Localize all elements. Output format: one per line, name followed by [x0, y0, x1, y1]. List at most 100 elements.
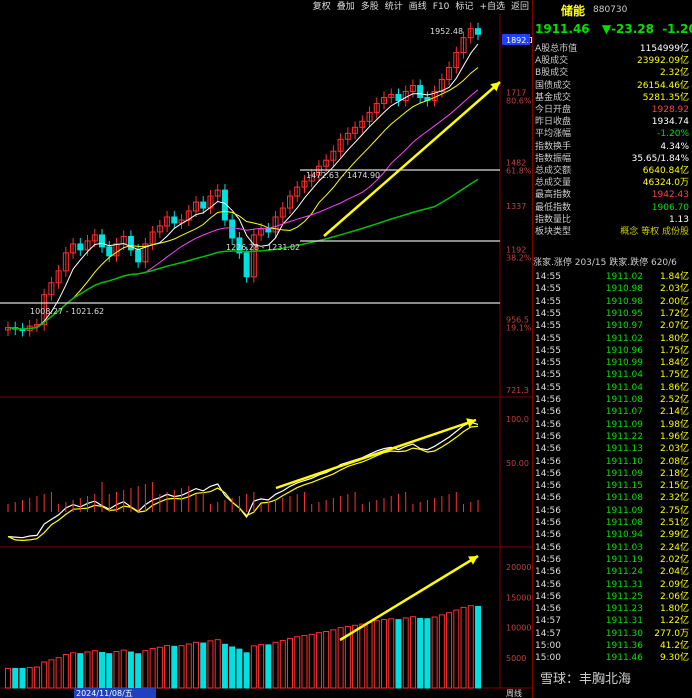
volume-bar	[200, 642, 207, 689]
volume-bar	[460, 606, 467, 689]
toolbar-btn-7[interactable]: +自选	[476, 0, 508, 14]
toolbar-btn-5[interactable]: F10	[430, 0, 453, 14]
volume-bar	[359, 623, 366, 689]
volume-bar	[294, 636, 301, 689]
tick-price: 1911.08	[605, 493, 643, 504]
price-tick-label: 1892.1	[506, 36, 532, 45]
volume-bar	[33, 666, 40, 689]
stat-value: 6640.84亿	[642, 166, 689, 176]
toolbar-btn-0[interactable]: 复权	[310, 0, 334, 14]
volume-bar	[135, 653, 142, 689]
tick-row: 14:56 1911.07 2.14亿	[533, 407, 691, 419]
stat-row: 指数换手 4.34%	[533, 142, 691, 153]
toolbar-btn-4[interactable]: 画线	[406, 0, 430, 14]
volume-bar	[467, 605, 474, 689]
toolbar-btn-6[interactable]: 标记	[452, 0, 476, 14]
tick-time: 14:56	[535, 518, 561, 528]
tick-time: 14:55	[535, 272, 561, 282]
tick-price: 1911.31	[605, 616, 643, 627]
tick-row: 14:55 1911.04 1.86亿	[533, 383, 691, 395]
tick-price: 1911.25	[605, 591, 643, 602]
tick-price: 1911.09	[605, 468, 643, 479]
stat-key: A股总市值	[535, 44, 578, 54]
tick-price: 1911.02	[605, 333, 643, 344]
date-label: 2024/11/08/五	[76, 689, 133, 698]
stat-key: 板块类型	[535, 227, 572, 237]
tick-row: 14:56 1911.08 2.51亿	[533, 518, 691, 530]
tick-price: 1911.03	[605, 542, 643, 553]
tick-amount: 2.75亿	[659, 505, 689, 516]
index-code: 880730	[593, 5, 628, 15]
volume-bar	[250, 645, 257, 689]
volume-bar	[438, 614, 445, 689]
tick-time: 14:55	[535, 345, 561, 356]
toolbar-btn-8[interactable]: 返回	[508, 0, 532, 14]
tick-price: 1910.95	[605, 308, 643, 319]
volume-bar	[55, 657, 62, 689]
volume-bar	[402, 617, 409, 689]
tick-time: 14:56	[535, 505, 561, 516]
stat-key: B股成交	[535, 68, 569, 79]
volume-bar	[70, 652, 77, 689]
panel-header: 储能 880730	[533, 0, 692, 20]
tick-time: 14:56	[535, 604, 561, 615]
toolbar-btn-1[interactable]: 叠加	[334, 0, 358, 14]
stat-key: 平均涨幅	[535, 129, 572, 140]
tick-row: 14:56 1911.09 2.75亿	[533, 506, 691, 518]
tick-amount: 2.03亿	[659, 444, 689, 455]
volume-bar	[366, 621, 373, 689]
tick-amount: 2.32亿	[659, 493, 689, 504]
stat-value: 23992.09亿	[637, 56, 689, 67]
price-annotation: 1008.27 - 1021.62	[30, 307, 104, 316]
tick-price: 1911.22	[605, 431, 643, 442]
tick-time: 14:57	[535, 628, 561, 639]
stat-key: 今日开盘	[535, 105, 572, 115]
volume-bar	[207, 640, 214, 689]
volume-bar	[424, 618, 431, 689]
volume-bar	[395, 619, 402, 689]
tick-row: 14:55 1910.97 2.07亿	[533, 321, 691, 333]
stat-row: 总成交量 46324.0万	[533, 178, 691, 189]
tick-price: 1910.94	[605, 530, 643, 541]
toolbar-btn-2[interactable]: 多股	[358, 0, 382, 14]
tick-row: 14:56 1911.10 2.08亿	[533, 457, 691, 469]
price-change: ▼-23.28	[601, 22, 655, 36]
volume-bar	[258, 644, 265, 689]
volume-bar	[142, 650, 149, 689]
tick-amount: 2.09亿	[659, 579, 689, 590]
candle-body	[243, 252, 250, 278]
volume-bar	[315, 632, 322, 689]
volume-bar	[431, 616, 438, 689]
tick-time: 14:56	[535, 407, 561, 418]
tick-price: 1910.98	[605, 296, 643, 307]
stat-key: 基金成交	[535, 92, 572, 103]
tick-time: 14:56	[535, 591, 561, 602]
tick-price: 1911.04	[605, 382, 643, 393]
price-annotation: 1226.28 - 1231.02	[226, 243, 300, 252]
tick-time: 14:55	[535, 284, 561, 295]
tick-amount: 1.80亿	[659, 604, 689, 615]
tick-time: 14:55	[535, 296, 561, 307]
tick-row: 14:55 1911.02 1.80亿	[533, 334, 691, 346]
volume-bar	[475, 605, 481, 689]
tick-row: 14:55 1911.02 1.84亿	[533, 272, 691, 284]
toolbar-btn-3[interactable]: 统计	[382, 0, 406, 14]
tick-amount: 2.04亿	[659, 567, 689, 578]
tick-price: 1911.08	[605, 518, 643, 528]
stat-row: A股总市值 1154999亿	[533, 44, 691, 55]
tick-price: 1911.08	[605, 395, 643, 405]
volume-bar	[272, 641, 279, 689]
tick-time: 14:55	[535, 333, 561, 344]
tick-row: 14:55 1910.98 2.00亿	[533, 297, 691, 309]
tick-amount: 1.84亿	[659, 358, 689, 369]
stat-value: 概念 等权 成份股	[620, 227, 689, 237]
volume-bar	[62, 654, 69, 689]
volume-bar	[91, 650, 98, 689]
candle-body	[135, 249, 142, 263]
trend-arrow	[339, 554, 479, 642]
stat-key: 总成交额	[535, 166, 572, 176]
tick-amount: 2.07亿	[659, 321, 689, 332]
volume-bar	[171, 645, 178, 689]
watermark: 雪球：丰胸北海	[540, 672, 632, 687]
weekly-kline-chart[interactable]: 1952.48 1472.63 - 1474.90 1226.28 - 1231.0…	[0, 0, 532, 698]
